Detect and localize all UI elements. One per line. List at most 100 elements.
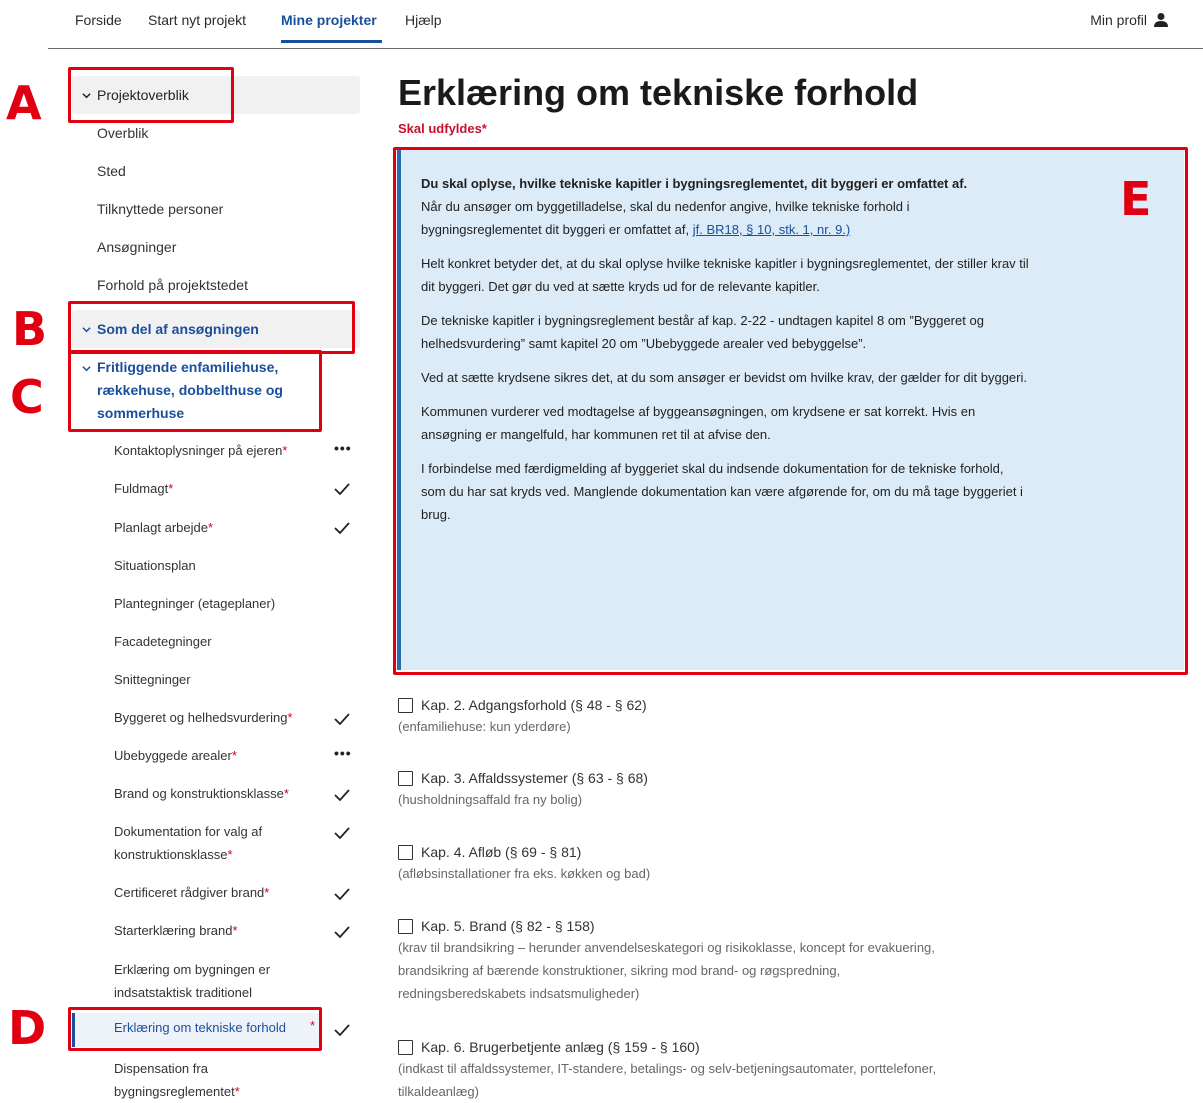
in-progress-icon: ••• [334, 440, 352, 456]
sidebar-section-label: Som del af ansøgningen [97, 321, 259, 337]
item-label: Byggeret og helhedsvurdering [114, 710, 288, 725]
info-lead: Du skal oplyse, hvilke tekniske kapitler… [421, 176, 968, 191]
check-icon [334, 522, 350, 535]
item-label: Situationsplan [114, 558, 196, 573]
nav-mine-projekter[interactable]: Mine projekter [281, 12, 377, 28]
info-paragraph: I forbindelse med færdigmelding af bygge… [421, 461, 1023, 522]
sidebar-item-dispensation[interactable]: Dispensation fra bygningsreglementet* [114, 1057, 284, 1103]
profile-label: Min profil [1090, 12, 1147, 28]
chapter-option: Kap. 2. Adgangsforhold (§ 48 - § 62) (en… [398, 697, 998, 738]
chapter-checkbox-row[interactable]: Kap. 4. Afløb (§ 69 - § 81) [398, 844, 998, 860]
user-icon [1154, 13, 1168, 27]
info-paragraph: Kommunen vurderer ved modtagelse af bygg… [421, 404, 976, 442]
br18-link[interactable]: jf. BR18, § 10, stk. 1, nr. 9.) [693, 222, 851, 237]
required-marker: * [232, 923, 238, 938]
sidebar-item-ansoegninger[interactable]: Ansøgninger [97, 239, 176, 255]
profile-link[interactable]: Min profil [1090, 12, 1169, 28]
active-nav-indicator [281, 40, 382, 43]
chapter-checkbox-row[interactable]: Kap. 3. Affaldssystemer (§ 63 - § 68) [398, 770, 998, 786]
chevron-down-icon [82, 93, 91, 99]
nav-divider [48, 48, 1203, 49]
sidebar-item-plantegninger[interactable]: Plantegninger (etageplaner) [114, 592, 314, 615]
sidebar-section-label: Fritliggende enfamiliehuse, rækkehuse, d… [97, 359, 283, 421]
page-title: Erklæring om tekniske forhold [398, 72, 919, 113]
required-marker: * [207, 520, 214, 535]
chapter-label: Kap. 5. Brand (§ 82 - § 158) [421, 918, 595, 934]
sidebar-item-certificeret-raadgiver[interactable]: Certificeret rådgiver brand* [114, 881, 314, 904]
chapter-option: Kap. 3. Affaldssystemer (§ 63 - § 68) (h… [398, 770, 998, 811]
info-paragraph: De tekniske kapitler i bygningsreglement… [421, 313, 984, 351]
chapter-checkbox-row[interactable]: Kap. 6. Brugerbetjente anlæg (§ 159 - § … [398, 1039, 958, 1055]
item-label: Ubebyggede arealer [114, 748, 232, 763]
sidebar-item-fuldmagt[interactable]: Fuldmagt* [114, 477, 314, 500]
item-label: Planlagt arbejde [114, 520, 208, 535]
required-marker: * [283, 786, 289, 801]
required-marker: * [287, 710, 293, 725]
item-label: Dispensation fra bygningsreglementet [114, 1061, 235, 1099]
required-note: Skal udfyldes* [398, 121, 487, 136]
chapter-option: Kap. 6. Brugerbetjente anlæg (§ 159 - § … [398, 1039, 958, 1103]
chapter-checkbox-row[interactable]: Kap. 2. Adgangsforhold (§ 48 - § 62) [398, 697, 998, 713]
checkbox[interactable] [398, 1039, 413, 1055]
item-label: Facadetegninger [114, 634, 212, 649]
required-marker: * [168, 481, 174, 496]
required-marker: * [282, 443, 288, 458]
item-label: Snittegninger [114, 672, 191, 687]
annotation-label-d: D [8, 1001, 47, 1055]
sidebar-item-ubebyggede-arealer[interactable]: Ubebyggede arealer* [114, 744, 314, 767]
top-navigation: Forside Start nyt projekt Mine projekter… [0, 0, 1203, 49]
sidebar-item-situationsplan[interactable]: Situationsplan [114, 554, 314, 577]
sidebar-item-brand-og-konstruktionsklasse[interactable]: Brand og konstruktionsklasse* [114, 782, 314, 805]
required-marker: * [227, 847, 233, 862]
checkbox[interactable] [398, 770, 413, 786]
checkbox[interactable] [398, 918, 413, 934]
nav-start-nyt-projekt[interactable]: Start nyt projekt [148, 12, 246, 28]
check-icon [334, 1024, 350, 1037]
sidebar-item-starterklaering[interactable]: Starterklæring brand* [114, 919, 314, 942]
annotation-label-e: E [1120, 172, 1152, 226]
required-marker: * [264, 885, 270, 900]
annotation-label-c: C [10, 370, 44, 424]
sidebar-item-byggeret[interactable]: Byggeret og helhedsvurdering* [114, 706, 314, 729]
check-icon [334, 789, 350, 802]
chapter-note: (enfamiliehuse: kun yderdøre) [398, 719, 571, 734]
chapter-label: Kap. 6. Brugerbetjente anlæg (§ 159 - § … [421, 1039, 700, 1055]
item-label: Kontaktoplysninger på ejeren [114, 443, 283, 458]
chapter-note: (husholdningsaffald fra ny bolig) [398, 792, 583, 807]
checkbox[interactable] [398, 697, 413, 713]
in-progress-icon: ••• [334, 745, 352, 761]
sidebar-item-kontaktoplysninger[interactable]: Kontaktoplysninger på ejeren* [114, 439, 314, 462]
item-label: Erklæring om bygningen er indsatstaktisk… [114, 962, 271, 1000]
check-icon [334, 888, 350, 901]
required-marker: * [231, 748, 237, 763]
chapter-note: (indkast til affaldssystemer, IT-stander… [398, 1061, 937, 1099]
item-label: Starterklæring brand [114, 923, 233, 938]
info-content: Du skal oplyse, hvilke tekniske kapitler… [421, 172, 1031, 537]
checkbox[interactable] [398, 844, 413, 860]
chapter-checkbox-row[interactable]: Kap. 5. Brand (§ 82 - § 158) [398, 918, 958, 934]
chapter-note: (krav til brandsikring – herunder anvend… [398, 940, 935, 1001]
sidebar-section-projektoverblik[interactable]: Projektoverblik [72, 76, 360, 114]
sidebar-item-overblik[interactable]: Overblik [97, 125, 148, 141]
sidebar-item-dokumentation-konstruktionsklasse[interactable]: Dokumentation for valg af konstruktionsk… [114, 820, 294, 866]
nav-forside[interactable]: Forside [75, 12, 122, 28]
sidebar-item-tilknyttede-personer[interactable]: Tilknyttede personer [97, 201, 223, 217]
required-marker: * [310, 1018, 316, 1033]
nav-hjaelp[interactable]: Hjælp [405, 12, 442, 28]
sidebar-section-som-del[interactable]: Som del af ansøgningen [72, 310, 360, 348]
info-paragraph: Når du ansøger om byggetilladelse, skal … [421, 195, 1031, 241]
check-icon [334, 483, 350, 496]
chevron-down-icon [82, 366, 91, 372]
sidebar-item-erklaering-indsatstaktisk[interactable]: Erklæring om bygningen er indsatstaktisk… [114, 958, 304, 1004]
sidebar-item-erklaering-tekniske-forhold[interactable]: Erklæring om tekniske forhold * [72, 1013, 322, 1047]
annotation-label-b: B [12, 302, 48, 356]
item-label: Plantegninger (etageplaner) [114, 596, 276, 611]
sidebar-item-sted[interactable]: Sted [97, 163, 126, 179]
check-icon [334, 713, 350, 726]
sidebar-item-forhold-paa-projektstedet[interactable]: Forhold på projektstedet [97, 277, 248, 293]
sidebar-item-facadetegninger[interactable]: Facadetegninger [114, 630, 314, 653]
chapter-option: Kap. 4. Afløb (§ 69 - § 81) (afløbsinsta… [398, 844, 998, 885]
check-icon [334, 827, 350, 840]
sidebar-item-planlagt-arbejde[interactable]: Planlagt arbejde* [114, 516, 314, 539]
sidebar-item-snittegninger[interactable]: Snittegninger [114, 668, 314, 691]
